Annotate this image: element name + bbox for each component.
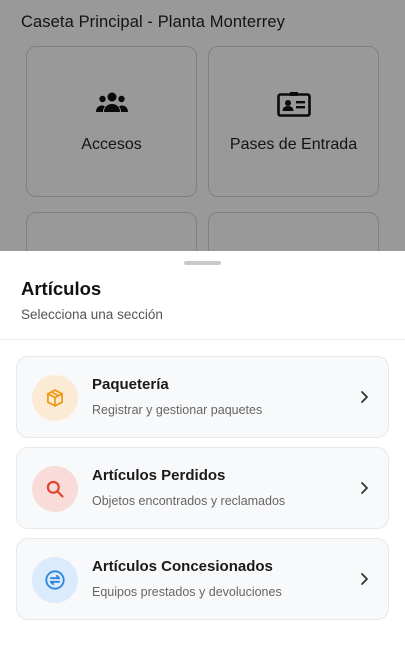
chevron-right-icon <box>361 573 368 585</box>
exchange-icon <box>45 570 65 590</box>
option-articulos-concesionados[interactable]: Artículos Concesionados Equipos prestado… <box>16 538 389 620</box>
option-paqueteria[interactable]: Paquetería Registrar y gestionar paquete… <box>16 356 389 438</box>
icon-badge <box>32 375 78 421</box>
divider <box>0 339 405 340</box>
search-icon <box>46 480 64 498</box>
option-description: Objetos encontrados y reclamados <box>92 494 286 508</box>
chevron-right-icon <box>361 391 368 403</box>
chevron-right-icon <box>361 482 368 494</box>
option-title: Paquetería <box>92 376 169 393</box>
option-title: Artículos Perdidos <box>92 467 226 484</box>
option-title: Artículos Concesionados <box>92 558 273 575</box>
option-description: Equipos prestados y devoluciones <box>92 585 282 599</box>
option-articulos-perdidos[interactable]: Artículos Perdidos Objetos encontrados y… <box>16 447 389 529</box>
icon-badge <box>32 466 78 512</box>
option-description: Registrar y gestionar paquetes <box>92 403 263 417</box>
drag-handle[interactable] <box>184 261 221 265</box>
package-icon <box>47 389 63 407</box>
sheet-title: Artículos <box>21 278 102 299</box>
bottom-sheet: Artículos Selecciona una sección Paquete… <box>0 251 405 657</box>
sheet-subtitle: Selecciona una sección <box>21 307 163 322</box>
icon-badge <box>32 557 78 603</box>
screen: Caseta Principal - Planta Monterrey Acce… <box>0 0 405 657</box>
